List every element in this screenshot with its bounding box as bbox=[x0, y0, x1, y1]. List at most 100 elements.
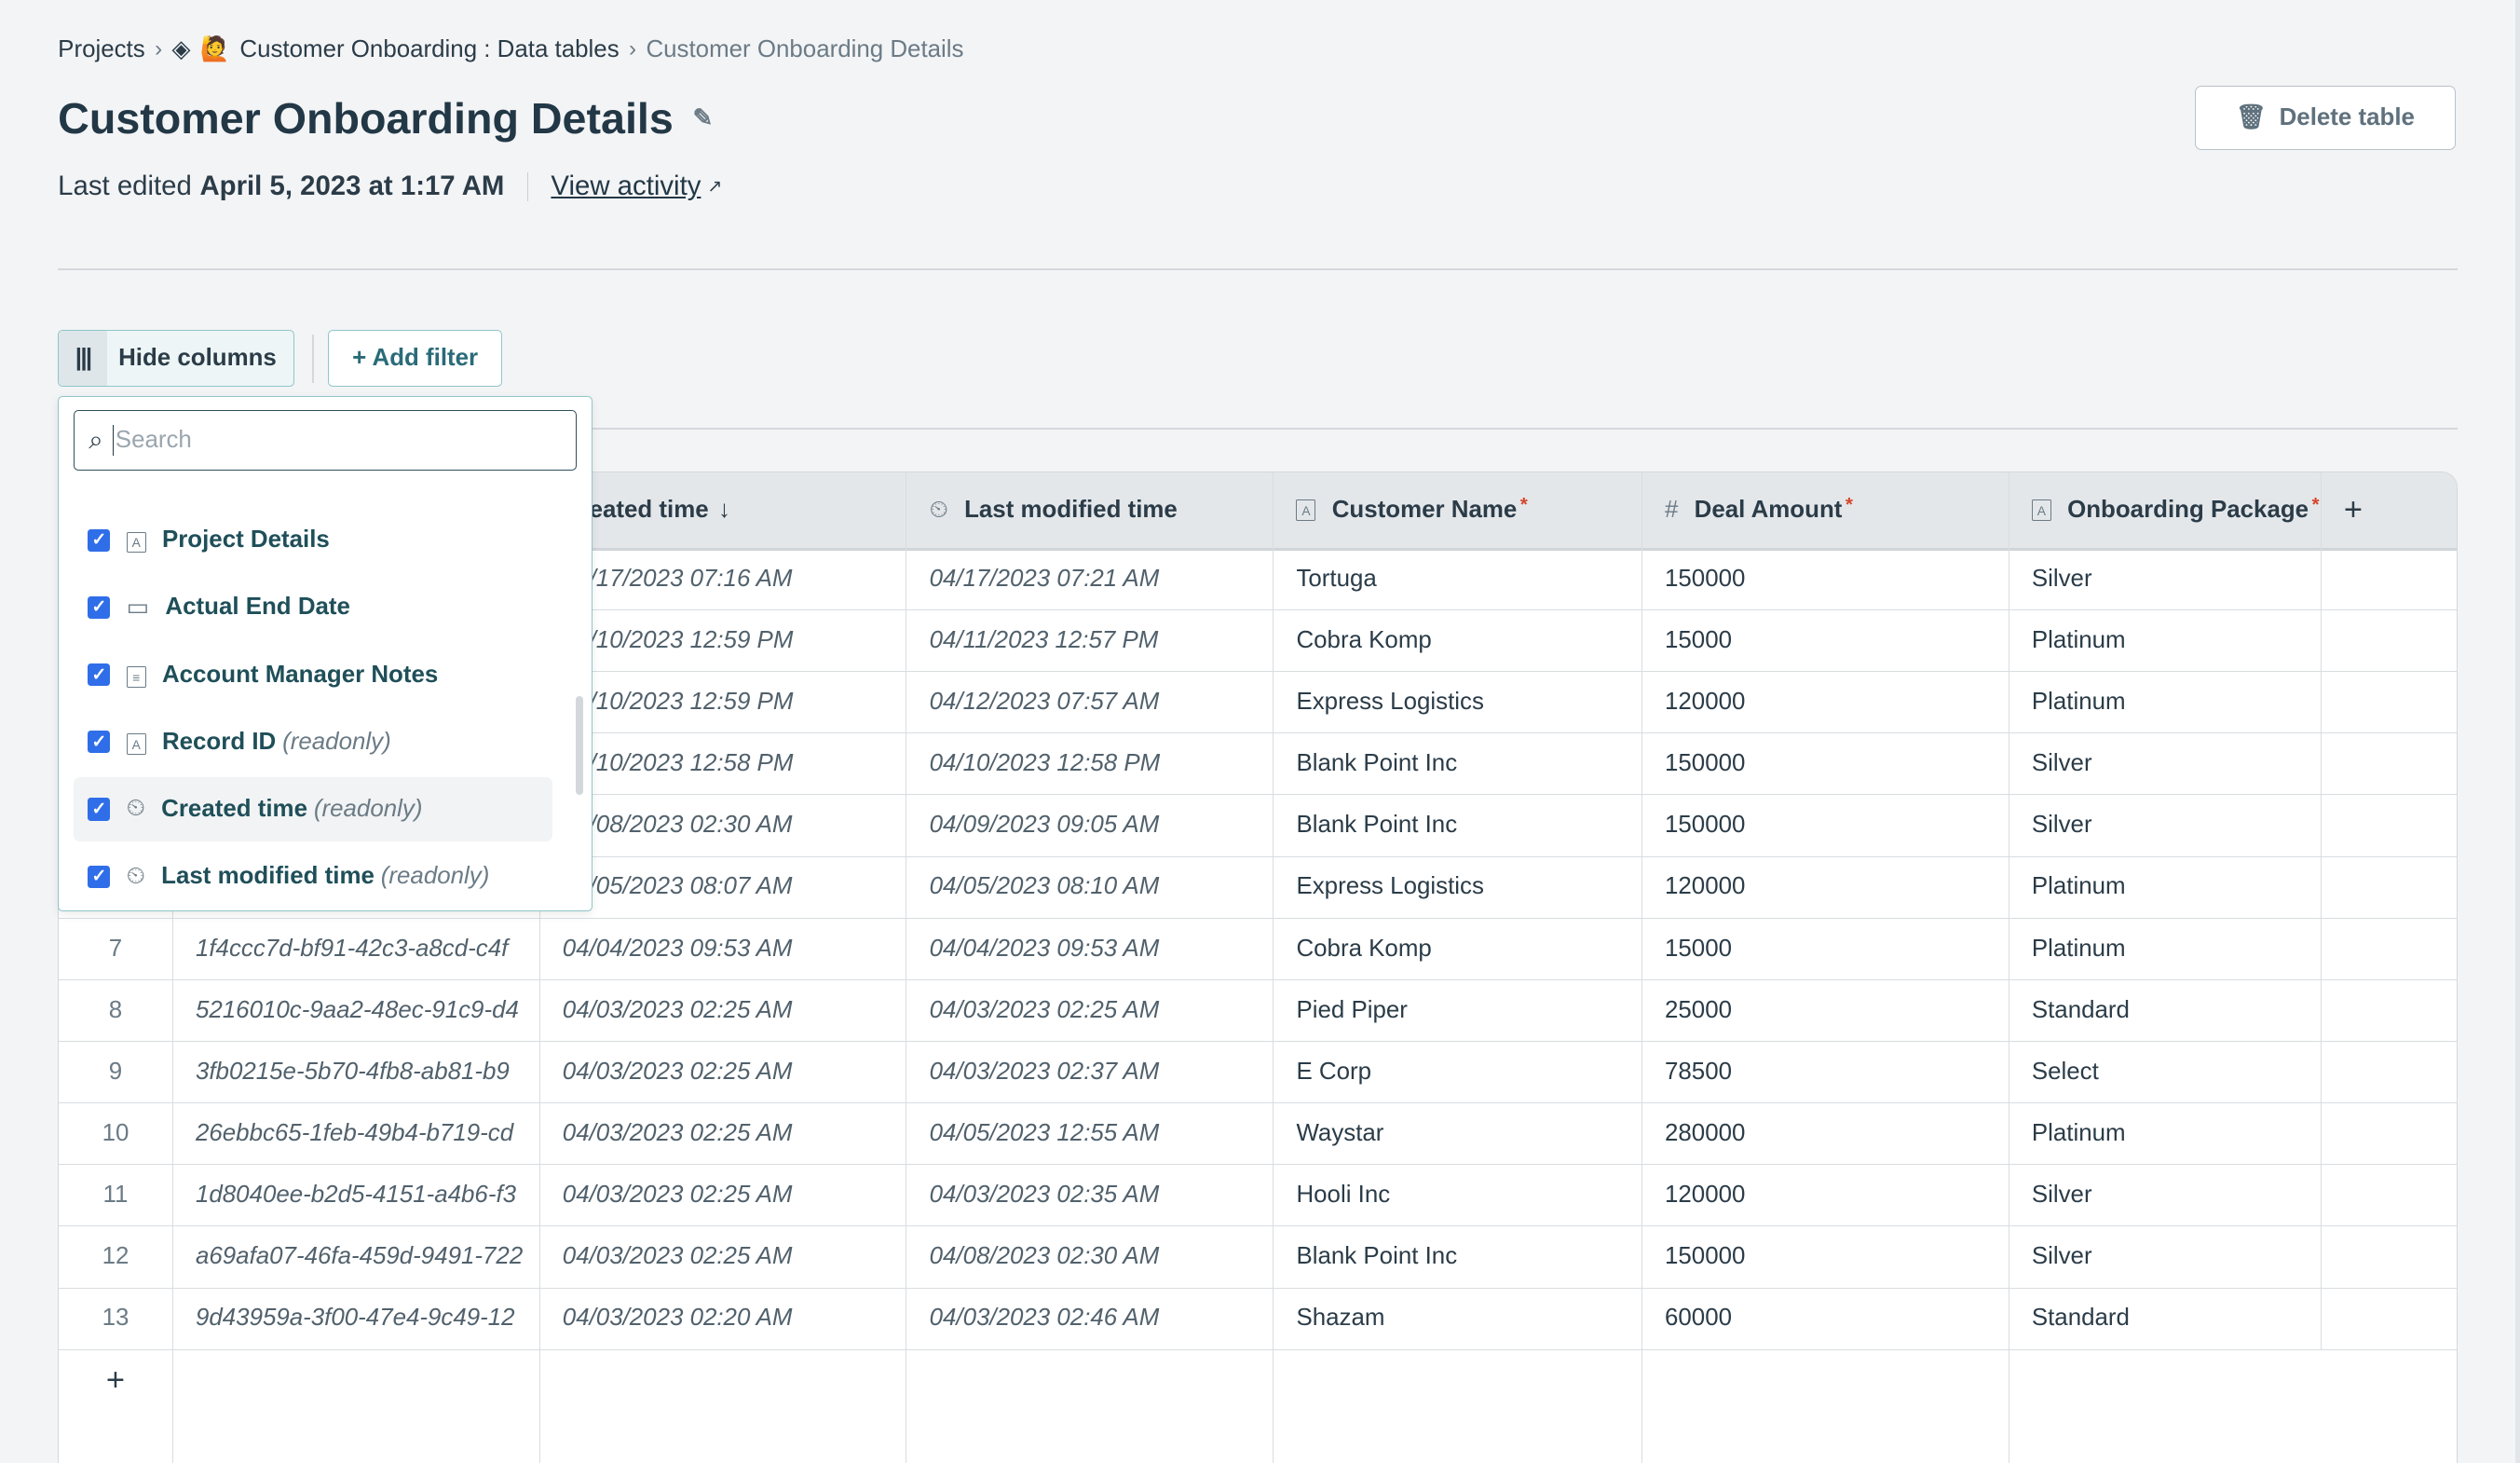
cell-created[interactable]: 04/03/2023 02:25 AM bbox=[540, 1041, 907, 1103]
cell-amount[interactable]: 280000 bbox=[1642, 1102, 2009, 1165]
cell-amount[interactable]: 150000 bbox=[1642, 732, 2009, 795]
cell-modified[interactable]: 04/08/2023 02:30 AM bbox=[906, 1225, 1274, 1288]
checkbox[interactable]: ✓ bbox=[88, 865, 111, 888]
column-toggle-item[interactable]: ✓ ⏲ Last modified time (readonly) bbox=[74, 844, 553, 909]
cell-customer[interactable]: Pied Piper bbox=[1274, 979, 1642, 1041]
cell-customer[interactable]: Waystar bbox=[1274, 1102, 1642, 1165]
cell-id[interactable]: 5216010c-9aa2-48ec-91c9-d4 bbox=[173, 979, 540, 1041]
column-header-onboarding-package[interactable]: A Onboarding Package * bbox=[2009, 472, 2322, 549]
edit-pencil-icon[interactable]: ✎ bbox=[693, 104, 714, 132]
cell-n[interactable]: 8 bbox=[59, 979, 173, 1041]
cell-amount[interactable]: 60000 bbox=[1642, 1288, 2009, 1349]
column-header-created-time[interactable]: Created time ↓ bbox=[540, 472, 907, 549]
cell-id[interactable]: 1d8040ee-b2d5-4151-a4b6-f3 bbox=[173, 1164, 540, 1226]
cell-modified[interactable]: 04/03/2023 02:25 AM bbox=[906, 979, 1274, 1041]
cell-modified[interactable]: 04/03/2023 02:46 AM bbox=[906, 1288, 1274, 1349]
cell-created[interactable]: 04/03/2023 02:20 AM bbox=[540, 1288, 907, 1349]
cell-created[interactable]: 04/03/2023 02:25 AM bbox=[540, 1225, 907, 1288]
cell-package[interactable]: Silver bbox=[2009, 548, 2322, 609]
cell-package[interactable]: Platinum bbox=[2009, 918, 2322, 979]
cell-n[interactable]: 12 bbox=[59, 1225, 173, 1288]
cell-customer[interactable]: Shazam bbox=[1274, 1288, 1642, 1349]
cell-created[interactable]: 04/10/2023 12:58 PM bbox=[540, 732, 907, 795]
cell-n[interactable]: 11 bbox=[59, 1164, 173, 1226]
column-header-customer-name[interactable]: A Customer Name * bbox=[1274, 472, 1642, 549]
cell-created[interactable]: 04/17/2023 07:16 AM bbox=[540, 548, 907, 609]
cell-modified[interactable]: 04/11/2023 12:57 PM bbox=[906, 609, 1274, 672]
cell-modified[interactable]: 04/03/2023 02:35 AM bbox=[906, 1164, 1274, 1226]
cell-created[interactable]: 04/04/2023 09:53 AM bbox=[540, 918, 907, 979]
cell-created[interactable]: 04/08/2023 02:30 AM bbox=[540, 794, 907, 856]
cell-amount[interactable]: 150000 bbox=[1642, 794, 2009, 856]
cell-package[interactable]: Platinum bbox=[2009, 856, 2322, 918]
cell-modified[interactable]: 04/05/2023 12:55 AM bbox=[906, 1102, 1274, 1165]
cell-created[interactable]: 04/10/2023 12:59 PM bbox=[540, 609, 907, 672]
cell-modified[interactable]: 04/05/2023 08:10 AM bbox=[906, 856, 1274, 918]
cell-created[interactable]: 04/03/2023 02:25 AM bbox=[540, 1102, 907, 1165]
cell-package[interactable]: Silver bbox=[2009, 1225, 2322, 1288]
cell-modified[interactable]: 04/17/2023 07:21 AM bbox=[906, 548, 1274, 609]
column-header-last-modified[interactable]: ⏲ Last modified time bbox=[906, 472, 1274, 549]
cell-created[interactable]: 04/03/2023 02:25 AM bbox=[540, 1164, 907, 1226]
cell-modified[interactable]: 04/03/2023 02:37 AM bbox=[906, 1041, 1274, 1103]
column-toggle-item[interactable]: ✓ ≡ Account Manager Notes bbox=[74, 642, 553, 706]
cell-amount[interactable]: 120000 bbox=[1642, 671, 2009, 733]
cell-package[interactable]: Silver bbox=[2009, 1164, 2322, 1226]
delete-table-button[interactable]: 🗑︎ Delete table bbox=[2195, 85, 2456, 150]
dropdown-scrollbar[interactable] bbox=[575, 696, 584, 795]
cell-customer[interactable]: Blank Point Inc bbox=[1274, 1225, 1642, 1288]
cell-amount[interactable]: 78500 bbox=[1642, 1041, 2009, 1103]
checkbox[interactable]: ✓ bbox=[88, 595, 111, 619]
add-row-button[interactable]: + bbox=[59, 1349, 173, 1463]
page-scrollbar[interactable] bbox=[2514, 0, 2520, 1463]
cell-amount[interactable]: 15000 bbox=[1642, 918, 2009, 979]
cell-customer[interactable]: Cobra Komp bbox=[1274, 609, 1642, 672]
cell-id[interactable]: 3fb0215e-5b70-4fb8-ab81-b9 bbox=[173, 1041, 540, 1103]
column-search-field[interactable]: ⌕ bbox=[73, 409, 578, 472]
view-activity-link[interactable]: View activity bbox=[551, 171, 701, 202]
cell-n[interactable]: 13 bbox=[59, 1288, 173, 1349]
cell-customer[interactable]: Cobra Komp bbox=[1274, 918, 1642, 979]
column-header-deal-amount[interactable]: # Deal Amount * bbox=[1642, 472, 2009, 549]
cell-modified[interactable]: 04/10/2023 12:58 PM bbox=[906, 732, 1274, 795]
cell-id[interactable]: 1f4ccc7d-bf91-42c3-a8cd-c4f bbox=[173, 918, 540, 979]
cell-id[interactable]: 26ebbc65-1feb-49b4-b719-cd bbox=[173, 1102, 540, 1165]
cell-amount[interactable]: 25000 bbox=[1642, 979, 2009, 1041]
hide-columns-button[interactable]: ||| Hide columns bbox=[58, 330, 295, 387]
cell-package[interactable]: Silver bbox=[2009, 732, 2322, 795]
cell-created[interactable]: 04/10/2023 12:59 PM bbox=[540, 671, 907, 733]
cell-customer[interactable]: Blank Point Inc bbox=[1274, 794, 1642, 856]
column-search-input[interactable] bbox=[113, 425, 538, 456]
cell-amount[interactable]: 150000 bbox=[1642, 1225, 2009, 1288]
cell-customer[interactable]: Blank Point Inc bbox=[1274, 732, 1642, 795]
add-filter-button[interactable]: + Add filter bbox=[328, 330, 502, 387]
column-toggle-item[interactable]: ✓ ▭ Actual End Date bbox=[74, 575, 553, 639]
cell-package[interactable]: Standard bbox=[2009, 1288, 2322, 1349]
checkbox[interactable]: ✓ bbox=[88, 798, 111, 821]
cell-customer[interactable]: Tortuga bbox=[1274, 548, 1642, 609]
cell-id[interactable]: 9d43959a-3f00-47e4-9c49-12 bbox=[173, 1288, 540, 1349]
breadcrumb-data-tables[interactable]: Customer Onboarding : Data tables bbox=[239, 36, 619, 63]
cell-package[interactable]: Platinum bbox=[2009, 609, 2322, 672]
column-toggle-item[interactable]: ✓ A Record ID (readonly) bbox=[74, 710, 553, 774]
cell-modified[interactable]: 04/12/2023 07:57 AM bbox=[906, 671, 1274, 733]
cell-created[interactable]: 04/05/2023 08:07 AM bbox=[540, 856, 907, 918]
cell-modified[interactable]: 04/09/2023 09:05 AM bbox=[906, 794, 1274, 856]
cell-amount[interactable]: 15000 bbox=[1642, 609, 2009, 672]
breadcrumb-projects[interactable]: Projects bbox=[58, 36, 145, 63]
cell-customer[interactable]: Express Logistics bbox=[1274, 856, 1642, 918]
cell-package[interactable]: Select bbox=[2009, 1041, 2322, 1103]
cell-amount[interactable]: 150000 bbox=[1642, 548, 2009, 609]
cell-package[interactable]: Platinum bbox=[2009, 671, 2322, 733]
cell-n[interactable]: 10 bbox=[59, 1102, 173, 1165]
cell-amount[interactable]: 120000 bbox=[1642, 1164, 2009, 1226]
cell-created[interactable]: 04/03/2023 02:25 AM bbox=[540, 979, 907, 1041]
cell-amount[interactable]: 120000 bbox=[1642, 856, 2009, 918]
cell-customer[interactable]: Express Logistics bbox=[1274, 671, 1642, 733]
cell-package[interactable]: Platinum bbox=[2009, 1102, 2322, 1165]
cell-package[interactable]: Silver bbox=[2009, 794, 2322, 856]
checkbox[interactable]: ✓ bbox=[88, 663, 111, 687]
checkbox[interactable]: ✓ bbox=[88, 731, 111, 754]
column-toggle-item[interactable]: ✓ A Project Details bbox=[74, 508, 553, 572]
cell-n[interactable]: 7 bbox=[59, 918, 173, 979]
